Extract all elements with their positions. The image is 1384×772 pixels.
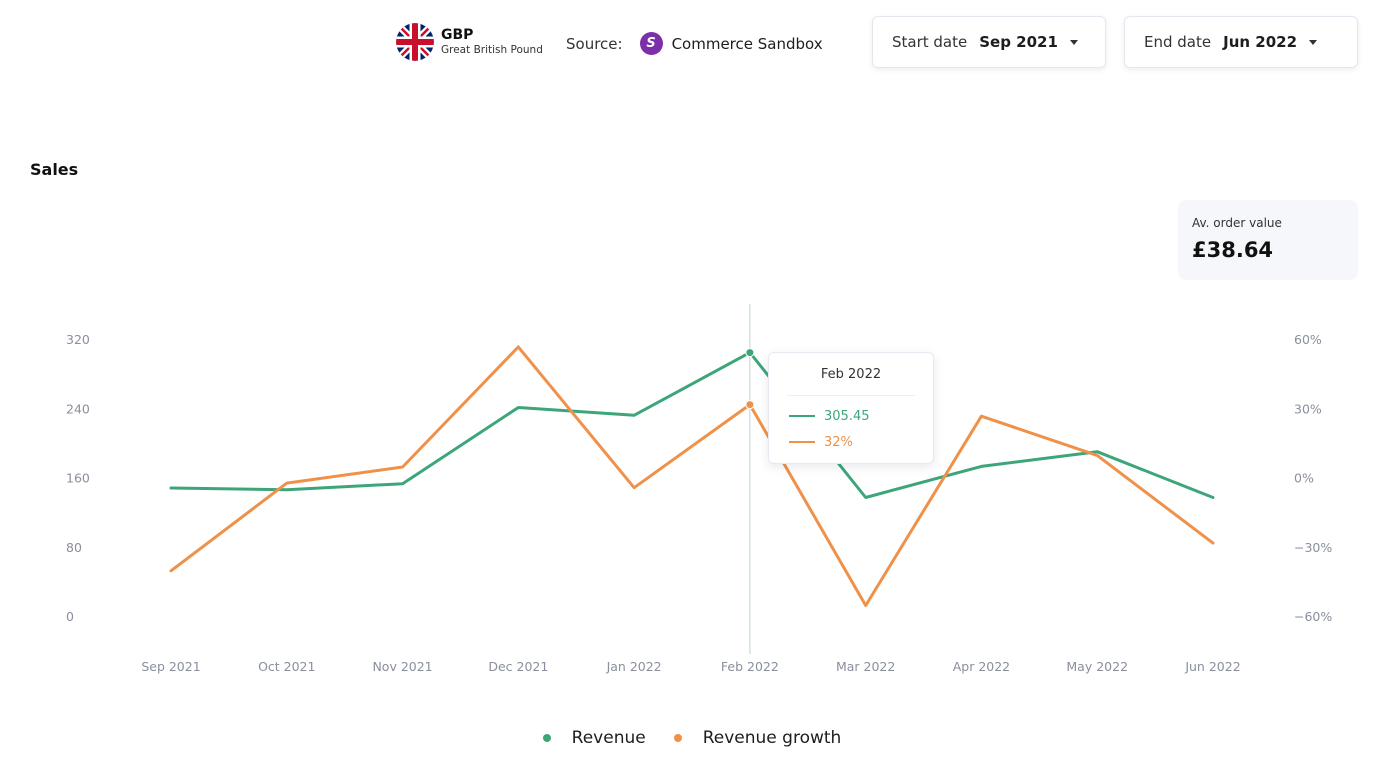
y-left-tick-label: 160 <box>66 471 90 486</box>
currency-code: GBP <box>441 27 474 44</box>
series-line-revenue-growth[interactable] <box>169 345 1215 607</box>
data-point-revenue-growth[interactable] <box>745 400 755 410</box>
right-axis: −60% −30% 0% 30% 60% <box>1294 332 1332 624</box>
chart-legend: Revenue Revenue growth <box>0 728 1384 748</box>
start-date-picker[interactable]: Start date Sep 2021 <box>872 16 1106 68</box>
y-right-tick-label: 30% <box>1294 401 1322 416</box>
y-left-tick-label: 80 <box>66 540 82 555</box>
x-tick-label: Feb 2022 <box>721 659 779 674</box>
currency-name: Great British Pound <box>441 44 543 57</box>
left-axis: 0 80 160 240 320 <box>66 332 90 624</box>
data-point-revenue[interactable] <box>745 348 755 358</box>
tooltip-divider <box>787 395 915 396</box>
tooltip-title: Feb 2022 <box>820 367 882 382</box>
legend-item-revenue[interactable]: Revenue <box>542 728 646 748</box>
y-left-tick-label: 320 <box>66 332 90 347</box>
x-tick-label: Jan 2022 <box>606 659 662 674</box>
legend-dot-revenue <box>542 734 551 742</box>
x-tick-label: Jun 2022 <box>1184 659 1240 674</box>
y-right-tick-label: 60% <box>1294 332 1322 347</box>
growth-swatch <box>789 441 815 443</box>
end-date-value: Jun 2022 <box>1223 33 1298 51</box>
x-tick-label: Dec 2021 <box>488 659 548 674</box>
legend-item-revenue-growth[interactable]: Revenue growth <box>673 728 842 748</box>
revenue-swatch <box>789 415 815 417</box>
y-right-tick-label: 0% <box>1294 471 1314 486</box>
chart-tooltip: Feb 2022 305.45 32% <box>768 352 934 464</box>
x-tick-label: May 2022 <box>1066 659 1128 674</box>
end-date-picker[interactable]: End date Jun 2022 <box>1124 16 1358 68</box>
x-tick-label: Apr 2022 <box>953 659 1010 674</box>
tooltip-revenue-value: 305.45 <box>824 408 870 424</box>
sales-chart[interactable]: 0 80 160 240 320 −60% −30% 0% 30% 60% Sep 2021 Oc… <box>0 290 1384 690</box>
caret-down-icon <box>1069 39 1078 45</box>
legend-dot-growth <box>673 734 682 742</box>
y-left-tick-label: 240 <box>66 401 90 416</box>
x-tick-label: Mar 2022 <box>836 659 895 674</box>
kpi-label: Av. order value <box>1192 216 1282 230</box>
y-right-tick-label: −60% <box>1294 609 1332 624</box>
data-source: Source: S Commerce Sandbox <box>566 32 823 55</box>
caret-down-icon <box>1309 39 1318 45</box>
y-right-tick-label: −30% <box>1294 540 1332 555</box>
tooltip-row-revenue: 305.45 <box>789 408 933 424</box>
x-tick-label: Oct 2021 <box>258 659 315 674</box>
x-tick-label: Sep 2021 <box>141 659 200 674</box>
section-title: Sales <box>30 160 79 179</box>
y-left-tick-label: 0 <box>66 609 74 624</box>
uk-flag-icon <box>396 23 434 61</box>
commerce-sandbox-logo-icon: S <box>639 32 663 55</box>
start-date-value: Sep 2021 <box>979 33 1058 51</box>
series-line-revenue[interactable] <box>169 351 1215 499</box>
end-date-label: End date <box>1144 33 1212 51</box>
source-label: Source: <box>566 34 623 53</box>
source-name: Commerce Sandbox <box>671 34 823 53</box>
x-axis: Sep 2021 Oct 2021 Nov 2021 Dec 2021 Jan 2022… <box>141 659 1240 674</box>
currency-selector[interactable]: GBP Great British Pound <box>396 23 543 61</box>
filter-bar: GBP Great British Pound Source: S Commer… <box>0 16 1384 68</box>
start-date-label: Start date <box>892 33 968 51</box>
kpi-card: Av. order value £38.64 <box>1178 200 1358 280</box>
tooltip-row-growth: 32% <box>789 434 933 450</box>
legend-label-revenue: Revenue <box>571 728 646 748</box>
x-tick-label: Nov 2021 <box>372 659 432 674</box>
tooltip-growth-value: 32% <box>824 434 853 450</box>
kpi-value: £38.64 <box>1192 238 1274 262</box>
series-layer <box>169 345 1215 607</box>
legend-label-growth: Revenue growth <box>702 728 842 748</box>
